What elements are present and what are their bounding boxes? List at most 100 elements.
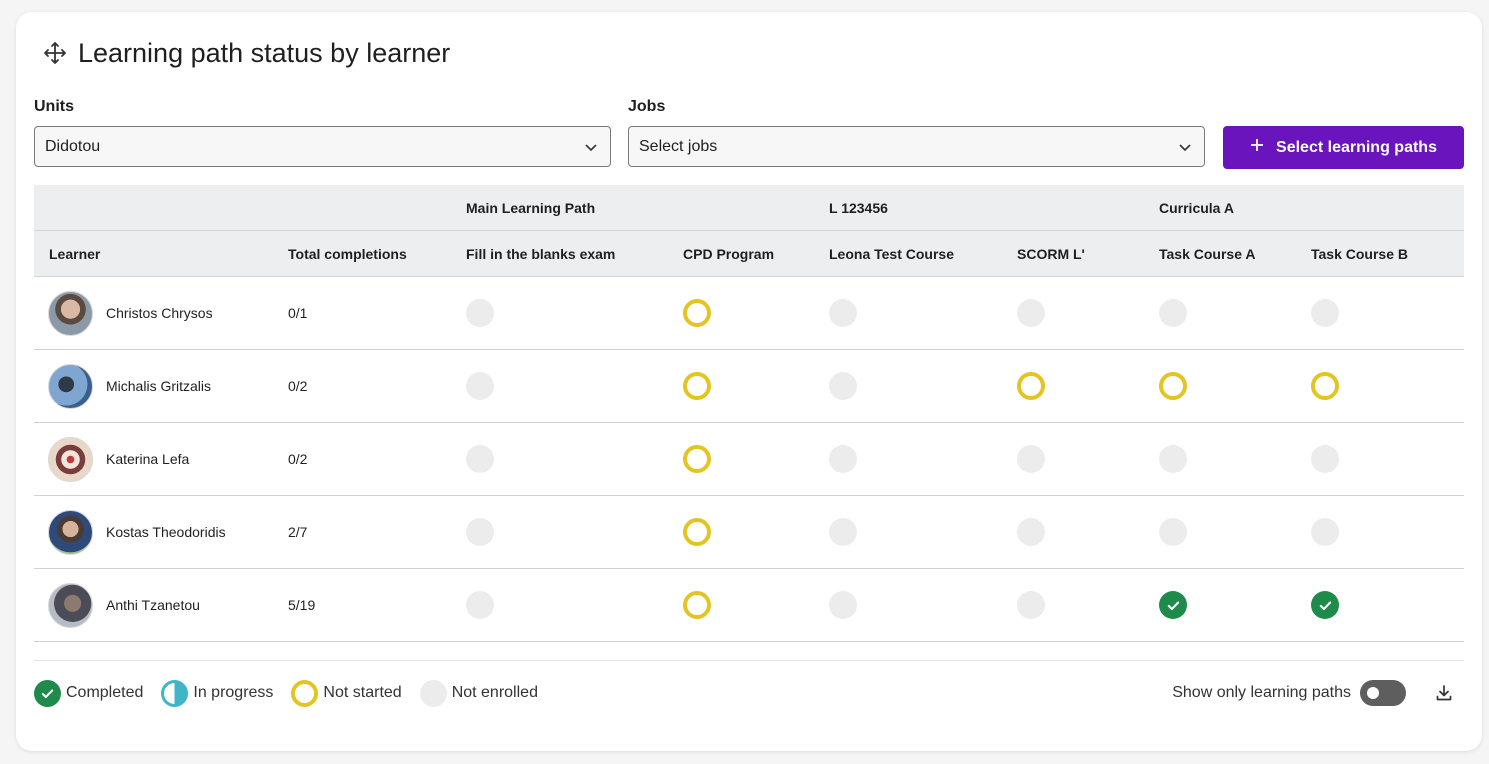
total-completions-cell: 2/7 [288,495,466,569]
grey-circle-icon[interactable] [1017,299,1045,327]
status-cell [1017,276,1159,350]
status-cell [683,422,829,496]
grey-circle-icon[interactable] [466,591,494,619]
select-learning-paths-label: Select learning paths [1276,138,1437,156]
units-select[interactable]: Didotou [34,126,611,167]
ring-icon[interactable] [1159,372,1187,400]
grey-circle-icon[interactable] [829,591,857,619]
status-cell [1311,422,1465,496]
grey-circle-icon[interactable] [829,518,857,546]
grey-circle-icon[interactable] [1017,591,1045,619]
avatar [48,509,93,555]
title-row: Learning path status by learner [42,36,450,70]
select-learning-paths-button[interactable]: Select learning paths [1223,126,1464,169]
status-cell [1017,568,1159,642]
toggle-knob [1367,687,1379,699]
status-cell [466,349,683,423]
learner[interactable]: Michalis Gritzalis [34,363,288,409]
download-icon[interactable] [1434,683,1454,703]
group-spacer [34,185,288,231]
grey-circle-icon[interactable] [1311,518,1339,546]
total-completions-cell: 0/1 [288,276,466,350]
legend-not-started-label: Not started [323,684,402,701]
col-scorm-l[interactable]: SCORM L' [1017,230,1159,277]
jobs-select[interactable]: Select jobs [628,126,1205,167]
grey-circle-icon[interactable] [829,372,857,400]
col-total-completions[interactable]: Total completions [288,230,466,277]
status-table: Main Learning Path L 123456 Curricula A … [34,185,1465,642]
grey-circle-icon[interactable] [466,445,494,473]
grey-circle-icon[interactable] [1017,518,1045,546]
grey-circle-icon[interactable] [466,299,494,327]
status-cell [1017,422,1159,496]
grey-circle-icon[interactable] [1311,299,1339,327]
check-circle-icon[interactable] [1311,591,1339,619]
ring-icon[interactable] [683,591,711,619]
group-l-123456: L 123456 [829,185,1159,231]
learner[interactable]: Christos Chrysos [34,290,288,336]
grey-circle-icon[interactable] [1159,299,1187,327]
ring-icon[interactable] [683,372,711,400]
ring-icon[interactable] [1017,372,1045,400]
group-spacer [288,185,466,231]
move-icon[interactable] [42,40,68,66]
status-cell [1159,276,1311,350]
status-cell [683,276,829,350]
column-header-row: Learner Total completions Fill in the bl… [34,230,1465,277]
table-row: Kostas Theodoridis 2/7 [34,495,1465,569]
status-cell [466,568,683,642]
units-value: Didotou [45,137,101,155]
legend-not-started: Not started [291,679,402,707]
learner[interactable]: Katerina Lefa [34,436,288,482]
ring-icon[interactable] [683,518,711,546]
status-cell [829,276,1017,350]
grey-circle-icon[interactable] [466,518,494,546]
ring-icon[interactable] [683,299,711,327]
grey-circle-icon[interactable] [829,299,857,327]
status-cell [1311,568,1465,642]
grey-circle-icon [419,679,447,707]
status-cell [1311,349,1465,423]
ring-icon[interactable] [1311,372,1339,400]
legend-completed: Completed [34,679,143,707]
grey-circle-icon[interactable] [1159,445,1187,473]
check-circle-icon[interactable] [1159,591,1187,619]
avatar [48,290,93,336]
show-only-learning-paths-toggle[interactable] [1360,680,1406,706]
chevron-down-icon [1178,140,1192,154]
col-cpd-program[interactable]: CPD Program [683,230,829,277]
status-cell [829,422,1017,496]
grey-circle-icon[interactable] [1017,445,1045,473]
legend: Completed In progress Not started Not en… [34,679,538,707]
status-cell [683,568,829,642]
status-cell [829,495,1017,569]
col-fill-in-the-blanks-exam[interactable]: Fill in the blanks exam [466,230,683,277]
jobs-placeholder: Select jobs [639,137,718,155]
legend-not-enrolled-label: Not enrolled [451,684,538,701]
grey-circle-icon[interactable] [829,445,857,473]
col-task-course-a[interactable]: Task Course A [1159,230,1311,277]
col-task-course-b[interactable]: Task Course B [1311,230,1465,277]
learner-cell: Christos Chrysos [34,276,288,350]
grey-circle-icon[interactable] [1311,445,1339,473]
total-completions-cell: 0/2 [288,422,466,496]
learner[interactable]: Anthi Tzanetou [34,582,288,628]
status-cell [1159,349,1311,423]
table-row: Michalis Gritzalis 0/2 [34,349,1465,423]
col-learner[interactable]: Learner [34,230,288,277]
status-cell [466,495,683,569]
status-cell [1159,495,1311,569]
ring-icon[interactable] [683,445,711,473]
status-cell [683,495,829,569]
status-cell [1017,349,1159,423]
learner-name: Michalis Gritzalis [106,378,212,394]
check-circle-icon [34,679,61,707]
col-leona-test-course[interactable]: Leona Test Course [829,230,1017,277]
grey-circle-icon[interactable] [1159,518,1187,546]
status-cell [1311,276,1465,350]
chevron-down-icon [584,140,598,154]
status-cell [829,568,1017,642]
table-row: Katerina Lefa 0/2 [34,422,1465,496]
grey-circle-icon[interactable] [466,372,494,400]
learner[interactable]: Kostas Theodoridis [34,509,288,555]
